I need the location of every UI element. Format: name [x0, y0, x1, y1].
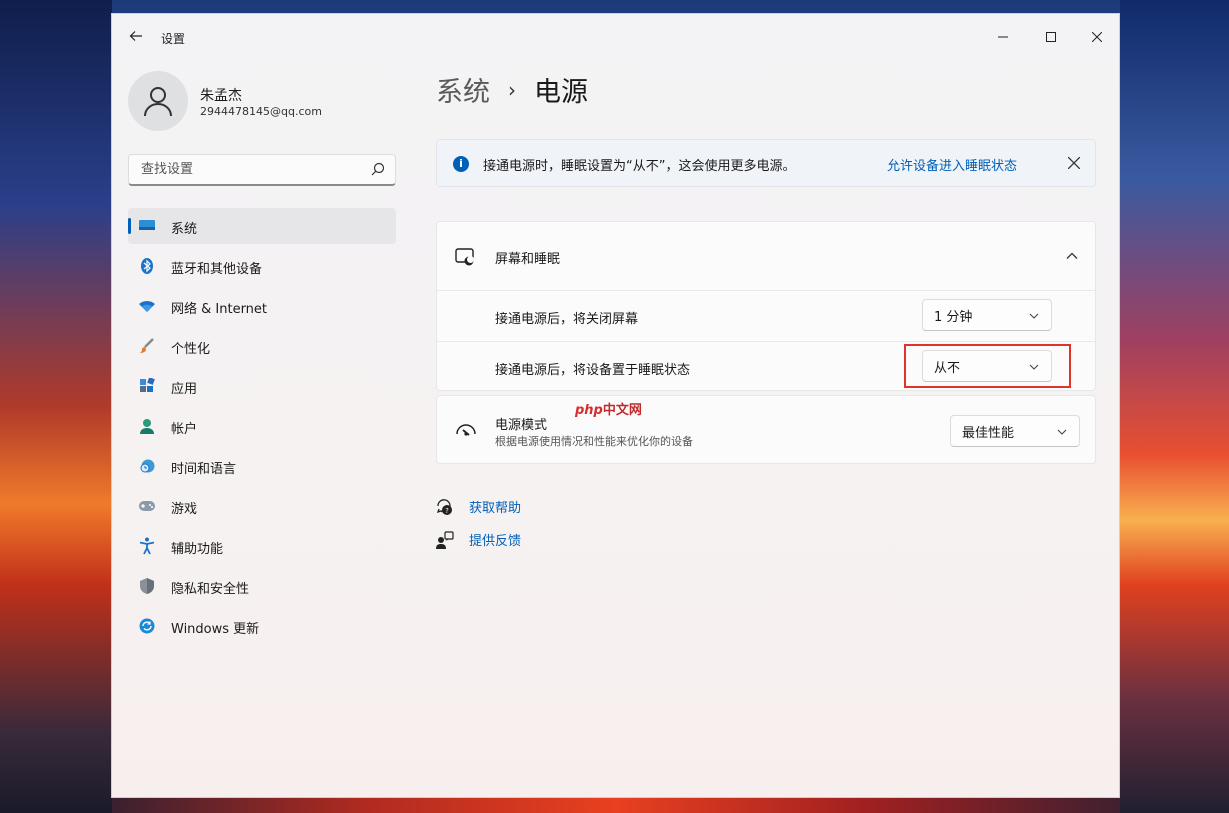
app-title: 设置: [161, 32, 186, 46]
sidebar-item-label: 网络 & Internet: [171, 302, 268, 317]
back-button[interactable]: [126, 28, 146, 48]
screen-off-dropdown[interactable]: 1 分钟: [922, 299, 1052, 331]
chevron-down-icon: [1057, 429, 1067, 435]
feedback-link[interactable]: 提供反馈: [436, 530, 521, 549]
watermark-cn: 中文网: [602, 403, 642, 418]
get-help-text: 获取帮助: [469, 501, 522, 516]
get-help-link[interactable]: ? 获取帮助: [436, 497, 521, 516]
sidebar-item-time-language[interactable]: 时间和语言: [128, 448, 396, 484]
user-name: 朱孟杰: [200, 88, 242, 104]
bluetooth-icon: [138, 257, 156, 275]
accessibility-icon: [138, 537, 156, 555]
divider: [437, 290, 1095, 291]
user-silhouette-icon: [144, 87, 172, 117]
power-mode-gauge-icon: [456, 424, 476, 436]
sidebar-item-label: 帐户: [171, 422, 198, 437]
settings-window: 设置 朱孟杰 2944478145@qq.com 系统 蓝牙和其他设备 网络 &…: [111, 13, 1120, 798]
feedback-icon: [436, 530, 454, 549]
minimize-icon: [998, 36, 1008, 38]
info-close-button[interactable]: [1065, 154, 1083, 172]
feedback-text: 提供反馈: [469, 534, 522, 549]
power-mode-card: 电源模式 根据电源使用情况和性能来优化你的设备 最佳性能: [436, 395, 1096, 464]
close-button[interactable]: [1082, 22, 1112, 52]
sidebar-nav: 系统 蓝牙和其他设备 网络 & Internet 个性化 应用 帐户 时间和语言: [128, 208, 396, 648]
person-icon: [138, 417, 156, 435]
sleep-label: 接通电源后，将设备置于睡眠状态: [495, 363, 691, 378]
avatar[interactable]: [128, 71, 188, 131]
apps-icon: [138, 377, 156, 395]
screen-off-value: 1 分钟: [934, 309, 973, 325]
gamepad-icon: [138, 497, 156, 515]
sidebar-item-network[interactable]: 网络 & Internet: [128, 288, 396, 324]
search-box: [128, 154, 396, 186]
highlight-box: [904, 344, 1071, 388]
sidebar-item-label: 个性化: [171, 342, 211, 357]
power-mode-dropdown[interactable]: 最佳性能: [950, 415, 1080, 447]
screen-sleep-title: 屏幕和睡眠: [495, 252, 561, 267]
sidebar-item-gaming[interactable]: 游戏: [128, 488, 396, 524]
screen-sleep-header[interactable]: 屏幕和睡眠: [437, 222, 1095, 290]
watermark-logo: php中文网: [575, 399, 642, 418]
sidebar-item-label: 系统: [171, 222, 198, 237]
user-email: 2944478145@qq.com: [200, 105, 322, 118]
sidebar-item-accounts[interactable]: 帐户: [128, 408, 396, 444]
sidebar-item-system[interactable]: 系统: [128, 208, 396, 244]
brush-icon: [138, 337, 156, 355]
search-input[interactable]: [139, 161, 363, 178]
sidebar-item-apps[interactable]: 应用: [128, 368, 396, 404]
info-text: 接通电源时，睡眠设置为“从不”，这会使用更多电源。: [483, 159, 796, 174]
sidebar-item-label: 辅助功能: [171, 542, 224, 557]
screen-sleep-icon: [455, 248, 474, 266]
arrow-left-icon: [129, 31, 142, 41]
chevron-up-icon[interactable]: [1065, 249, 1079, 263]
breadcrumb-separator: ›: [508, 77, 516, 102]
wifi-icon: [138, 297, 156, 315]
close-icon: [1092, 32, 1102, 42]
breadcrumb: 系统 › 电源: [436, 70, 588, 109]
sidebar-item-label: 游戏: [171, 502, 198, 517]
allow-sleep-link[interactable]: 允许设备进入睡眠状态: [887, 155, 1017, 174]
sidebar-item-label: 时间和语言: [171, 462, 237, 477]
maximize-icon: [1046, 32, 1056, 42]
desktop-wallpaper-bottom: [112, 798, 1120, 813]
power-mode-value: 最佳性能: [962, 425, 1015, 441]
breadcrumb-parent[interactable]: 系统: [436, 70, 490, 109]
monitor-icon: [138, 217, 156, 235]
title-bar: 设置: [112, 14, 1119, 60]
desktop-wallpaper-left: [0, 0, 112, 813]
sidebar-item-label: 应用: [171, 382, 198, 397]
info-icon: i: [453, 156, 469, 172]
sidebar-item-accessibility[interactable]: 辅助功能: [128, 528, 396, 564]
sidebar-item-label: 隐私和安全性: [171, 582, 250, 597]
close-icon: [1068, 157, 1080, 169]
clock-globe-icon: [138, 457, 156, 475]
sidebar-item-privacy[interactable]: 隐私和安全性: [128, 568, 396, 604]
sidebar-item-windows-update[interactable]: Windows 更新: [128, 608, 396, 644]
chevron-down-icon: [1029, 313, 1039, 319]
watermark-php: php: [575, 403, 603, 418]
help-icon: ?: [436, 498, 454, 516]
sidebar-item-personalization[interactable]: 个性化: [128, 328, 396, 364]
update-icon: [138, 617, 156, 635]
sidebar-item-label: Windows 更新: [171, 622, 260, 637]
desktop-wallpaper-right: [1120, 0, 1229, 813]
info-bar: i 接通电源时，睡眠设置为“从不”，这会使用更多电源。 允许设备进入睡眠状态: [436, 139, 1096, 187]
maximize-button[interactable]: [1036, 22, 1066, 52]
sidebar-item-label: 蓝牙和其他设备: [171, 262, 263, 277]
minimize-button[interactable]: [988, 22, 1018, 52]
screen-off-label: 接通电源后，将关闭屏幕: [495, 312, 639, 327]
divider: [437, 341, 1095, 342]
power-mode-subtitle: 根据电源使用情况和性能来优化你的设备: [495, 435, 693, 448]
page-title: 电源: [534, 77, 588, 108]
search-icon[interactable]: [371, 162, 385, 176]
shield-icon: [138, 577, 156, 595]
svg-text:?: ?: [445, 507, 449, 515]
power-mode-title: 电源模式: [495, 418, 548, 433]
sidebar-item-bluetooth[interactable]: 蓝牙和其他设备: [128, 248, 396, 284]
